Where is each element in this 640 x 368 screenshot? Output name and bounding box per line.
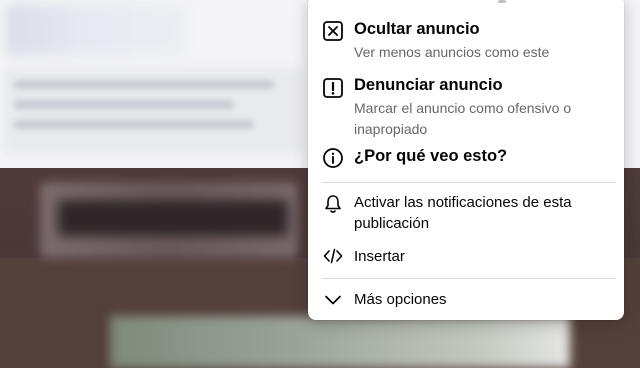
ad-options-menu: Ocultar anuncio Ver menos anuncios como …: [308, 0, 624, 320]
post-text-line: [14, 80, 274, 89]
post-image-caption-inner: [58, 200, 288, 236]
bell-icon: [322, 193, 344, 215]
post-text-line: [14, 100, 234, 109]
post-footer-blurred: [110, 316, 570, 368]
why-this-ad-item[interactable]: ¿Por qué veo esto?: [308, 144, 624, 174]
menu-divider: [322, 278, 616, 279]
embed-item[interactable]: Insertar: [308, 244, 624, 270]
enable-notifications-item[interactable]: Activar las notificaciones de esta publi…: [308, 192, 624, 238]
info-circle-icon: [322, 147, 344, 169]
report-ad-title: Denunciar anuncio: [354, 76, 503, 94]
why-this-ad-title: ¿Por qué veo esto?: [354, 147, 508, 165]
more-options-label: Más opciones: [354, 291, 447, 308]
close-box-icon: [322, 20, 344, 42]
post-text-line: [14, 120, 254, 129]
enable-notifications-label-line2: publicación: [354, 215, 430, 232]
hide-ad-subtitle: Ver menos anuncios como este: [354, 44, 550, 60]
embed-label: Insertar: [354, 248, 405, 265]
chevron-down-icon: [322, 289, 344, 311]
post-header-blurred: [6, 4, 186, 56]
code-icon: [322, 245, 344, 267]
more-options-item[interactable]: Más opciones: [308, 288, 624, 314]
exclamation-box-icon: [322, 77, 344, 99]
enable-notifications-label-line1: Activar las notificaciones de esta: [354, 194, 572, 211]
menu-top-indicator: [498, 0, 506, 3]
report-ad-subtitle-line1: Marcar el anuncio como ofensivo o: [354, 100, 572, 116]
hide-ad-item[interactable]: Ocultar anuncio Ver menos anuncios como …: [308, 14, 624, 60]
report-ad-item[interactable]: Denunciar anuncio Marcar el anuncio como…: [308, 72, 624, 137]
hide-ad-title: Ocultar anuncio: [354, 20, 480, 38]
report-ad-subtitle-line2: inapropiado: [354, 121, 428, 137]
menu-divider: [322, 182, 616, 183]
